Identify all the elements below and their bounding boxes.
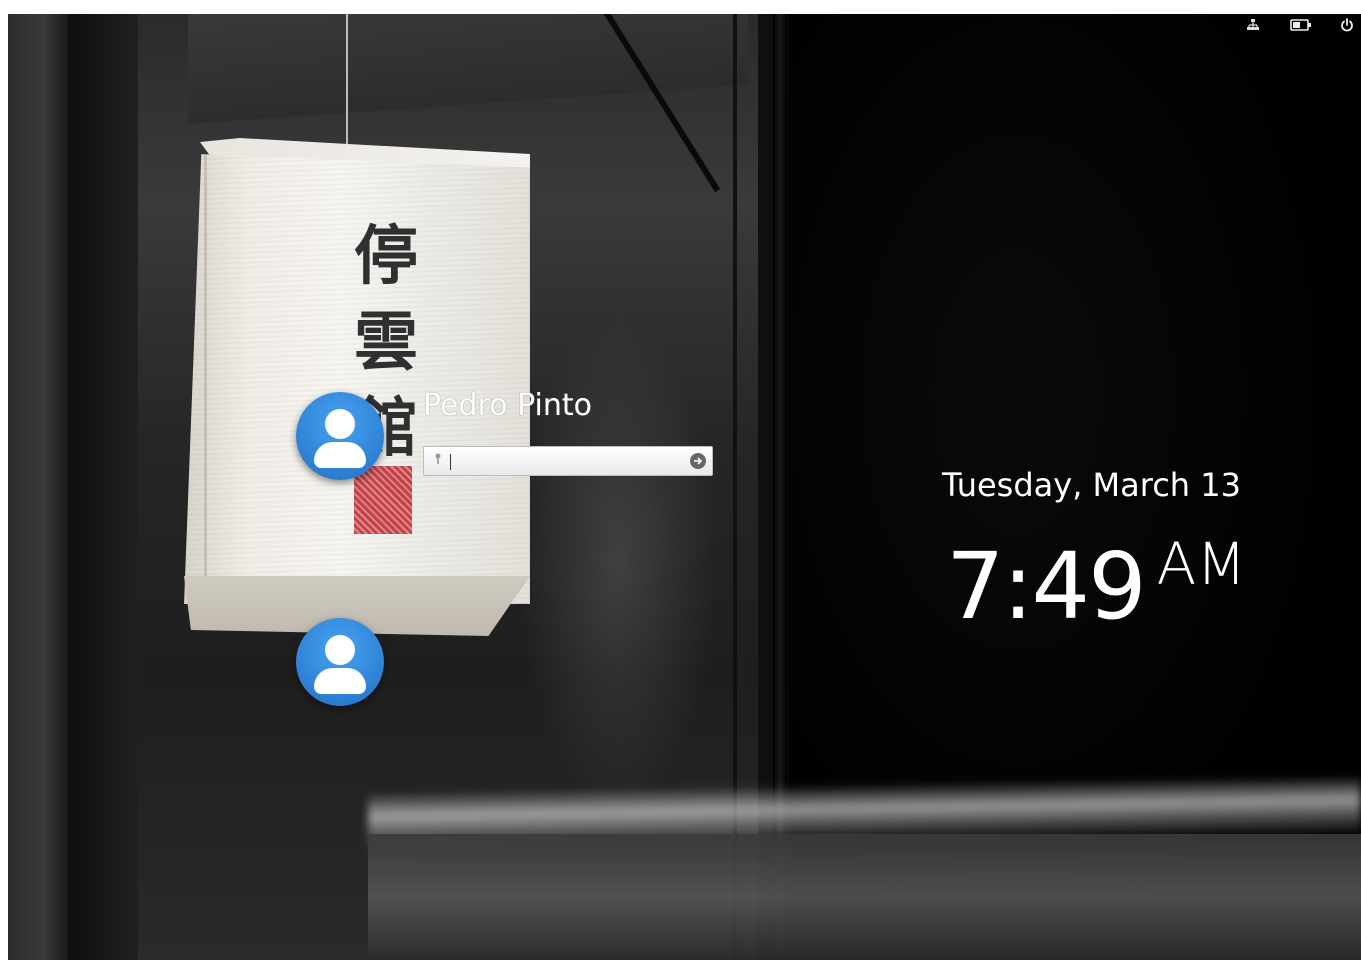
user-avatar-pedro-pinto[interactable] (296, 392, 384, 480)
date-label: Tuesday, March 13 (942, 466, 1241, 504)
user-avatar-icon (325, 635, 355, 665)
user-avatar-body (314, 668, 366, 694)
clock: 7:49 AM (946, 530, 1246, 640)
key-icon (434, 453, 442, 468)
ampm-label: AM (1156, 530, 1247, 598)
lock-screen: 停雲館 Pedro Pinto Tuesday, March 13 7:49 AM (0, 0, 1361, 960)
wallpaper-floor (368, 834, 1361, 960)
arrow-right-icon[interactable] (690, 453, 706, 469)
battery-icon[interactable] (1290, 18, 1312, 36)
lantern-cord (346, 14, 348, 149)
wallpaper-wall (8, 14, 68, 960)
text-caret (450, 454, 451, 470)
password-input[interactable] (450, 451, 680, 471)
user-avatar-icon (325, 409, 355, 439)
username-label: Pedro Pinto (423, 388, 592, 423)
lantern-edge (204, 154, 207, 604)
user-avatar-body (314, 442, 366, 468)
time-label: 7:49 (946, 533, 1147, 640)
user-avatar-other[interactable] (296, 618, 384, 706)
lantern-seal-stamp (354, 466, 412, 534)
power-icon[interactable] (1340, 18, 1354, 36)
password-field[interactable] (423, 446, 713, 476)
network-icon[interactable] (1246, 18, 1260, 36)
wallpaper-frame (68, 14, 138, 960)
